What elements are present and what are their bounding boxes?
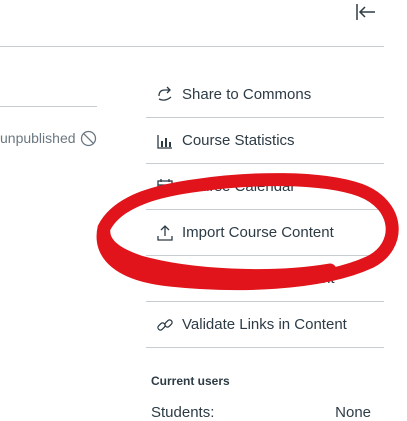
download-icon [156, 270, 174, 288]
import-course-content-link[interactable]: Import Course Content [146, 210, 384, 256]
students-label: Students: [151, 404, 215, 421]
course-statistics-link[interactable]: Course Statistics [146, 118, 384, 164]
unpublished-icon [80, 130, 97, 147]
statistics-icon [156, 132, 174, 150]
students-value: None [335, 404, 371, 421]
link-icon [156, 316, 174, 334]
calendar-icon [156, 178, 174, 196]
share-to-commons-link[interactable]: Share to Commons [146, 72, 384, 118]
course-calendar-label: Course Calendar [182, 178, 296, 195]
export-course-content-link[interactable]: Export Course Content [146, 256, 384, 302]
collapse-sidebar-button[interactable] [354, 2, 378, 24]
validate-links-label: Validate Links in Content [182, 316, 347, 333]
export-course-content-label: Export Course Content [182, 270, 335, 287]
publish-status[interactable]: unpublished [0, 128, 97, 148]
current-users-heading: Current users [151, 374, 230, 388]
course-actions-menu: Share to Commons Course Statistics Cours… [146, 72, 384, 348]
collapse-icon [356, 4, 375, 20]
status-label: unpublished [0, 130, 76, 146]
share-icon [156, 86, 174, 104]
course-statistics-label: Course Statistics [182, 132, 295, 149]
share-to-commons-label: Share to Commons [182, 86, 312, 103]
content-divider [0, 106, 97, 107]
students-row: Students: None [151, 404, 371, 421]
import-course-content-label: Import Course Content [182, 224, 334, 241]
top-divider [0, 46, 384, 47]
upload-icon [156, 224, 174, 242]
validate-links-link[interactable]: Validate Links in Content [146, 302, 384, 348]
course-calendar-link[interactable]: Course Calendar [146, 164, 384, 210]
